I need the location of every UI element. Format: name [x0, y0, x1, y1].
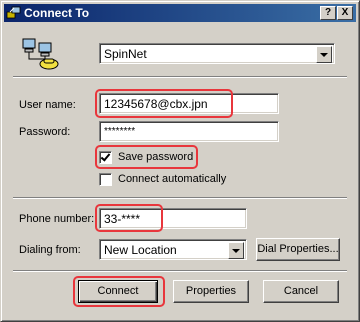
connect-to-dialog: Connect To ? X SpinNet User name: 123456… [0, 0, 360, 322]
password-label: Password: [19, 126, 71, 138]
user-name-field[interactable]: 12345678@cbx.jpn [99, 93, 279, 114]
close-button[interactable]: X [337, 6, 353, 20]
separator [13, 270, 347, 272]
save-password-checkbox[interactable] [99, 151, 112, 164]
chevron-down-icon[interactable] [316, 46, 332, 63]
title-bar[interactable]: Connect To ? X [4, 4, 356, 22]
phone-number-field[interactable]: 33-**** [99, 208, 247, 229]
dialing-from-label: Dialing from: [19, 244, 81, 256]
network-computers-icon [22, 38, 59, 70]
phone-number-label: Phone number: [19, 213, 95, 225]
password-field[interactable]: ******** [99, 121, 279, 142]
save-password-label[interactable]: Save password [118, 151, 193, 163]
separator [13, 76, 347, 78]
dialing-from-select[interactable]: New Location [99, 239, 247, 260]
user-name-label: User name: [19, 99, 76, 111]
connect-button[interactable]: Connect [78, 280, 158, 303]
window-title: Connect To [24, 6, 90, 20]
connect-automatically-checkbox[interactable] [99, 173, 112, 186]
connect-automatically-label[interactable]: Connect automatically [118, 173, 226, 185]
separator [13, 197, 347, 199]
chevron-down-icon[interactable] [228, 242, 244, 259]
cancel-button[interactable]: Cancel [263, 280, 339, 303]
dialup-icon [6, 6, 21, 19]
connection-select[interactable]: SpinNet [99, 43, 335, 64]
dial-properties-button[interactable]: Dial Properties... [256, 238, 340, 261]
properties-button[interactable]: Properties [173, 280, 249, 303]
help-button[interactable]: ? [320, 6, 336, 20]
